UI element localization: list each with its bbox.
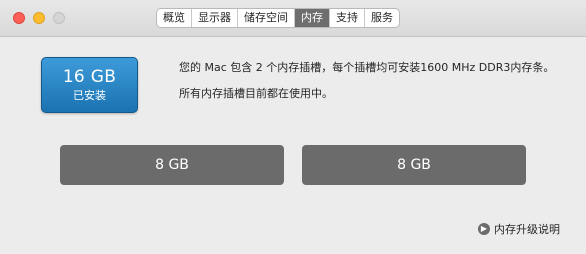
- memory-slot-usage: 所有内存插槽目前都在使用中。: [179, 87, 333, 100]
- tab-overview[interactable]: 概览: [157, 9, 192, 27]
- memory-total-badge: 16 GB 已安装: [41, 57, 138, 113]
- tab-memory[interactable]: 内存: [295, 9, 330, 27]
- memory-upgrade-link-label: 内存升级说明: [494, 223, 560, 236]
- memory-total-size: 16 GB: [62, 67, 117, 87]
- zoom-window-button[interactable]: [53, 12, 65, 24]
- memory-slot-1: 8 GB: [60, 145, 284, 185]
- memory-installed-label: 已安装: [73, 89, 106, 102]
- memory-slot-2: 8 GB: [302, 145, 526, 185]
- memory-slot-description: 您的 Mac 包含 2 个内存插槽，每个插槽均可安装1600 MHz DDR3内…: [179, 61, 555, 74]
- tab-support[interactable]: 支持: [330, 9, 365, 27]
- title-bar: 概览 显示器 储存空间 内存 支持 服务: [0, 0, 586, 37]
- tab-service[interactable]: 服务: [365, 9, 399, 27]
- memory-upgrade-link[interactable]: ▶ 内存升级说明: [478, 222, 560, 236]
- minimize-window-button[interactable]: [33, 12, 45, 24]
- about-this-mac-window: 概览 显示器 储存空间 内存 支持 服务 16 GB 已安装 您的 Mac 包含…: [0, 0, 586, 254]
- tab-displays[interactable]: 显示器: [192, 9, 238, 27]
- tab-bar: 概览 显示器 储存空间 内存 支持 服务: [156, 8, 400, 28]
- close-window-button[interactable]: [13, 12, 25, 24]
- tab-storage[interactable]: 储存空间: [238, 9, 295, 27]
- arrow-right-circle-icon: ▶: [478, 223, 490, 235]
